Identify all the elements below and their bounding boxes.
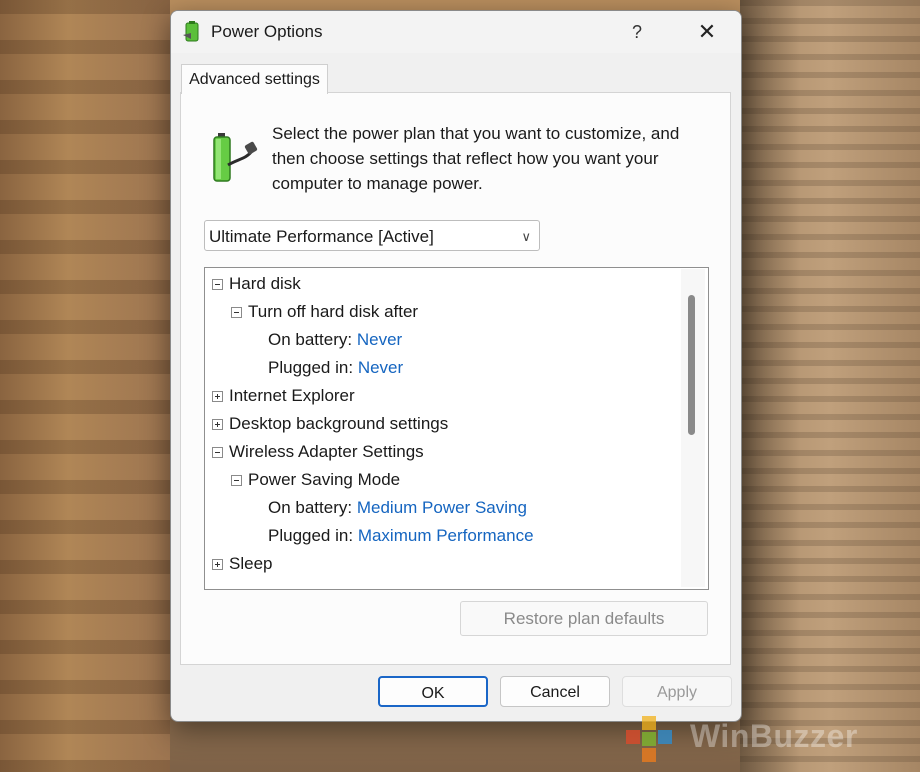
tree-item-label: Sleep bbox=[229, 554, 273, 573]
setting-hd-plugged-in[interactable]: Plugged in: Never bbox=[268, 354, 403, 382]
tree-item-label: Hard disk bbox=[229, 274, 301, 293]
watermark: WinBuzzer bbox=[622, 708, 912, 768]
collapse-icon[interactable] bbox=[231, 475, 242, 486]
tree-item-label: Turn off hard disk after bbox=[248, 302, 419, 321]
help-button[interactable]: ? bbox=[617, 15, 657, 49]
settings-tree[interactable]: Hard disk Turn off hard disk after On ba… bbox=[204, 267, 709, 590]
wallpaper-shadow bbox=[740, 0, 800, 772]
cancel-button[interactable]: Cancel bbox=[500, 676, 610, 707]
intro-text: Select the power plan that you want to c… bbox=[272, 124, 680, 193]
tree-item-hard-disk[interactable]: Hard disk bbox=[212, 270, 301, 298]
expand-icon[interactable] bbox=[212, 391, 223, 402]
close-button[interactable]: ✕ bbox=[685, 15, 729, 49]
tab-advanced-settings[interactable]: Advanced settings bbox=[181, 64, 328, 94]
collapse-icon[interactable] bbox=[212, 279, 223, 290]
collapse-icon[interactable] bbox=[212, 447, 223, 458]
battery-plug-icon bbox=[213, 133, 258, 182]
tree-item-label: Internet Explorer bbox=[229, 386, 355, 405]
setting-label: On battery: bbox=[268, 498, 353, 517]
power-options-dialog: Power Options ? ✕ Advanced settings Sele… bbox=[170, 10, 742, 722]
setting-wl-on-battery[interactable]: On battery: Medium Power Saving bbox=[268, 494, 527, 522]
advanced-settings-panel: Select the power plan that you want to c… bbox=[180, 92, 731, 665]
title-bar: Power Options ? ✕ bbox=[171, 11, 741, 53]
vertical-scrollbar[interactable] bbox=[681, 269, 705, 587]
setting-wl-plugged-in[interactable]: Plugged in: Maximum Performance bbox=[268, 522, 534, 550]
collapse-icon[interactable] bbox=[231, 307, 242, 318]
setting-label: Plugged in: bbox=[268, 358, 354, 377]
tree-item-label: Power Saving Mode bbox=[248, 470, 401, 489]
tree-item-label: Desktop background settings bbox=[229, 414, 449, 433]
tree-item-power-saving-mode[interactable]: Power Saving Mode bbox=[231, 466, 400, 494]
expand-icon[interactable] bbox=[212, 559, 223, 570]
apply-button[interactable]: Apply bbox=[622, 676, 732, 707]
tree-item-desktop-background[interactable]: Desktop background settings bbox=[212, 410, 448, 438]
setting-value-link[interactable]: Never bbox=[358, 358, 403, 377]
wallpaper-left bbox=[0, 0, 170, 772]
tree-item-internet-explorer[interactable]: Internet Explorer bbox=[212, 382, 355, 410]
setting-label: Plugged in: bbox=[268, 526, 354, 545]
setting-value-link[interactable]: Maximum Performance bbox=[358, 526, 534, 545]
winbuzzer-logo-icon bbox=[626, 716, 672, 762]
tree-item-turn-off-hard-disk[interactable]: Turn off hard disk after bbox=[231, 298, 418, 326]
power-options-icon bbox=[183, 21, 199, 42]
setting-label: On battery: bbox=[268, 330, 353, 349]
tree-item-label: Wireless Adapter Settings bbox=[229, 442, 424, 461]
restore-plan-defaults-button[interactable]: Restore plan defaults bbox=[460, 601, 708, 636]
setting-hd-on-battery[interactable]: On battery: Never bbox=[268, 326, 402, 354]
tree-item-wireless-adapter[interactable]: Wireless Adapter Settings bbox=[212, 438, 424, 466]
chevron-down-icon: ∨ bbox=[521, 229, 531, 244]
scrollbar-thumb[interactable] bbox=[688, 295, 695, 435]
setting-value-link[interactable]: Never bbox=[357, 330, 402, 349]
window-title: Power Options bbox=[211, 22, 323, 41]
power-plan-value: Ultimate Performance [Active] bbox=[209, 227, 434, 246]
ok-button[interactable]: OK bbox=[378, 676, 488, 707]
expand-icon[interactable] bbox=[212, 419, 223, 430]
tree-item-sleep[interactable]: Sleep bbox=[212, 550, 272, 578]
setting-value-link[interactable]: Medium Power Saving bbox=[357, 498, 527, 517]
power-plan-dropdown[interactable]: Ultimate Performance [Active] ∨ bbox=[204, 220, 540, 251]
watermark-text: WinBuzzer bbox=[690, 718, 858, 754]
